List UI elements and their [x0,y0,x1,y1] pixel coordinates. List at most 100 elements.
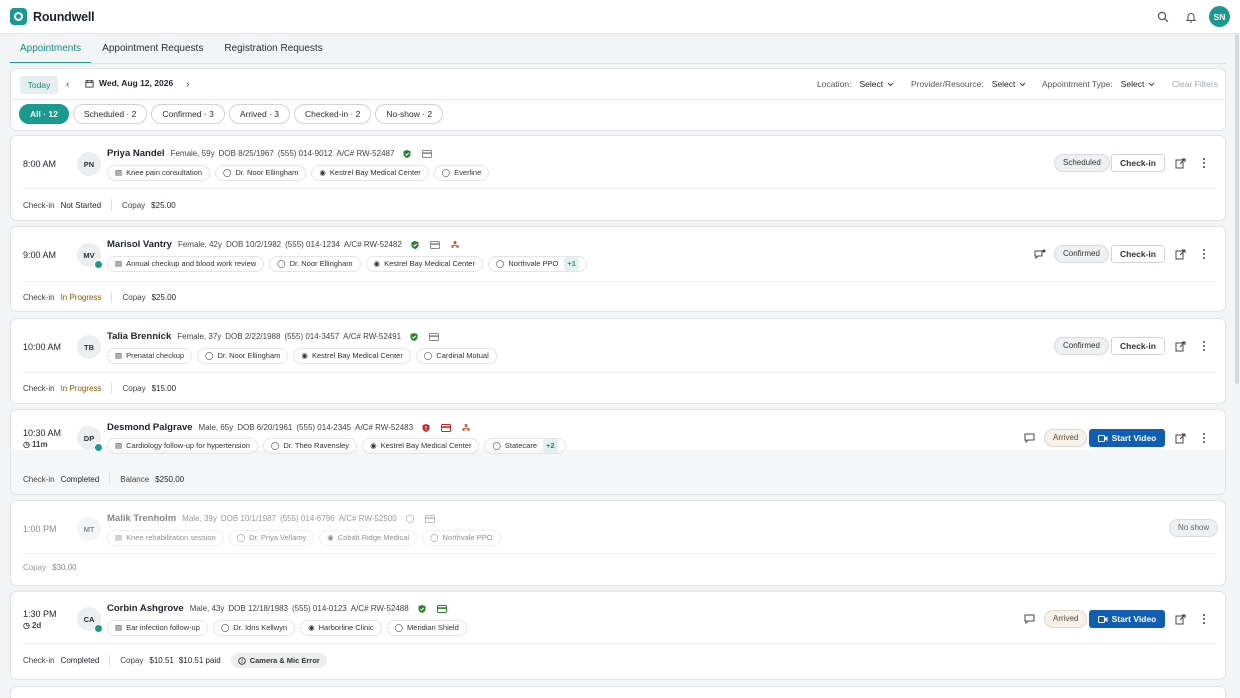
provider-filter[interactable]: Provider/Resource: Select [911,79,1026,89]
reason-tag: ▤ Knee pain consultation [107,165,210,181]
more-options-icon[interactable] [1201,157,1207,169]
tab-registration-requests[interactable]: Registration Requests [214,34,332,64]
person-icon: ◯ [270,441,280,450]
chip-arrived[interactable]: Arrived · 3 [228,104,291,124]
external-link-icon[interactable] [1174,340,1186,352]
provider-text: Dr. Noor Ellingham [235,168,299,177]
scrollbar[interactable] [1235,34,1239,384]
appointment-card[interactable]: 1:00 PM MT Malik Trenholm Male, 39y DOB … [10,500,1226,586]
patient-dob: DOB 8/25/1967 [218,149,274,158]
patient-dob: DOB 12/18/1983 [228,604,289,613]
patient-name[interactable]: Corbin Ashgrove [107,603,184,614]
search-icon[interactable] [1156,10,1170,24]
chip-checked-in[interactable]: Checked-in · 2 [294,104,372,124]
shield-check-icon [418,604,426,613]
device-error-badge[interactable]: Camera & Mic Error [230,653,327,668]
app-name: Roundwell [33,9,95,24]
patient-name[interactable]: Marisol Vantry [107,239,172,250]
shield-check-icon [410,332,418,341]
more-options-icon[interactable] [1201,248,1207,260]
patient-phone: (555) 014-6796 [280,514,335,523]
card-icon [422,149,433,158]
patient-name[interactable]: Desmond Palgrave [107,422,193,433]
clock-icon: ◷ [23,621,30,630]
today-button[interactable]: Today [20,76,58,94]
patient-avatar: MV [77,243,103,269]
location-filter[interactable]: Location: Select [817,79,894,89]
check-in-button[interactable]: Check-in [1111,245,1165,263]
appointment-card[interactable]: 1:30 PM ◷ 2d CA Corbin Ashgrove Male, 43y… [10,591,1226,680]
previous-day-icon[interactable]: ‹ [66,79,69,90]
provider-text: Dr. Noor Ellingham [289,259,353,268]
appointment-tags: ▤ Knee pain consultation ◯ Dr. Noor Elling… [107,165,490,181]
more-options-icon[interactable] [1201,340,1207,352]
patient-avatar: TB [77,335,101,359]
user-avatar[interactable]: SN [1209,6,1230,27]
patient-phone: (555) 014-3457 [284,332,340,341]
video-badge-icon [94,443,103,452]
appointment-card[interactable]: 8:00 AM PN Priya Nandel Female, 59y DOB … [10,135,1226,221]
tab-appointments[interactable]: Appointments [10,34,92,64]
insurance-more-count[interactable]: +2 [543,439,558,453]
patient-name[interactable]: Talia Brennick [107,331,171,342]
current-date: Wed, Aug 12, 2026 [99,78,174,88]
external-link-icon[interactable] [1174,613,1186,625]
card-footer: Check-in Completed Copay $10.51 $10.51 p… [23,653,327,668]
patient-name[interactable]: Priya Nandel [107,148,165,159]
chevron-down-icon [1020,82,1026,86]
amount-value: $25.00 [151,200,176,210]
chat-icon[interactable] [1023,432,1035,444]
person-icon: ◯ [220,623,230,632]
more-options-icon[interactable] [1201,432,1207,444]
checkin-label: Check-in [23,292,55,302]
filter-bar-divider [11,99,1225,100]
app-logo[interactable]: Roundwell [10,8,95,25]
clipboard-icon: ▤ [115,351,123,360]
chip-all[interactable]: All · 12 [19,104,69,124]
insurance-tag: ◯ Northvale PPO [422,530,501,546]
patient-name[interactable]: Malik Trenholm [107,513,176,524]
insurance-more-count[interactable]: +1 [564,257,579,271]
chip-no-show[interactable]: No-show · 2 [375,104,444,124]
next-day-icon[interactable]: › [186,79,189,90]
pin-icon: ◉ [373,259,381,268]
patient-phone: (555) 014-9012 [277,149,333,158]
chip-scheduled[interactable]: Scheduled · 2 [72,104,148,124]
provider-filter-value: Select [991,79,1016,89]
pin-icon: ◉ [370,441,377,450]
patient-avatar: DP [77,426,103,452]
external-link-icon[interactable] [1174,248,1186,260]
patient-dob: DOB 10/1/1987 [220,514,276,523]
patient-account: A/C# RW-52500 [338,514,397,523]
start-video-button[interactable]: Start Video [1089,429,1165,447]
appointment-card[interactable]: 10:30 AM ◷ 11m DP Desmond Palgrave Male, … [10,409,1226,495]
tab-appointment-requests[interactable]: Appointment Requests [92,34,213,64]
check-in-button[interactable]: Check-in [1111,337,1165,355]
patient-info: Malik Trenholm Male, 39y DOB 10/1/1987 (… [107,513,435,524]
external-link-icon[interactable] [1174,432,1186,444]
chip-confirmed[interactable]: Confirmed · 3 [151,104,225,124]
appointment-card[interactable] [10,686,1226,698]
patient-phone: (555) 014-0123 [292,604,347,613]
external-link-icon[interactable] [1174,157,1186,169]
chat-icon[interactable] [1023,613,1035,625]
appointment-type-filter[interactable]: Appointment Type: Select [1042,79,1155,89]
more-options-icon[interactable] [1201,613,1207,625]
chevron-down-icon [1149,82,1155,86]
appointment-card[interactable]: 10:00 AM TB Talia Brennick Female, 37y D… [10,318,1226,404]
card-footer: Check-in In Progress Copay $15.00 [23,382,176,394]
insurance-tag: ◯ Northvale PPO +1 [487,256,587,272]
clear-filters-button[interactable]: Clear Filters [1172,79,1218,89]
date-picker[interactable]: Wed, Aug 12, 2026 [85,78,173,88]
check-in-button[interactable]: Check-in [1111,154,1165,172]
clipboard-icon: ▤ [115,441,123,450]
shield-check-icon [403,149,411,158]
start-video-button[interactable]: Start Video [1089,610,1165,628]
appointment-card[interactable]: 9:00 AM MV Marisol Vantry Female, 42y DO… [10,226,1226,312]
appointment-type-filter-label: Appointment Type: [1042,79,1113,89]
location-text: Kestrel Bay Medical Center [384,259,475,268]
amount-label: Copay [120,656,144,665]
bell-icon[interactable] [1184,10,1198,24]
appointment-tags: ▤ Prenatal checkup ◯ Dr. Noor Ellingham ◉ K… [107,348,497,364]
chat-notification-icon[interactable] [1034,248,1046,260]
